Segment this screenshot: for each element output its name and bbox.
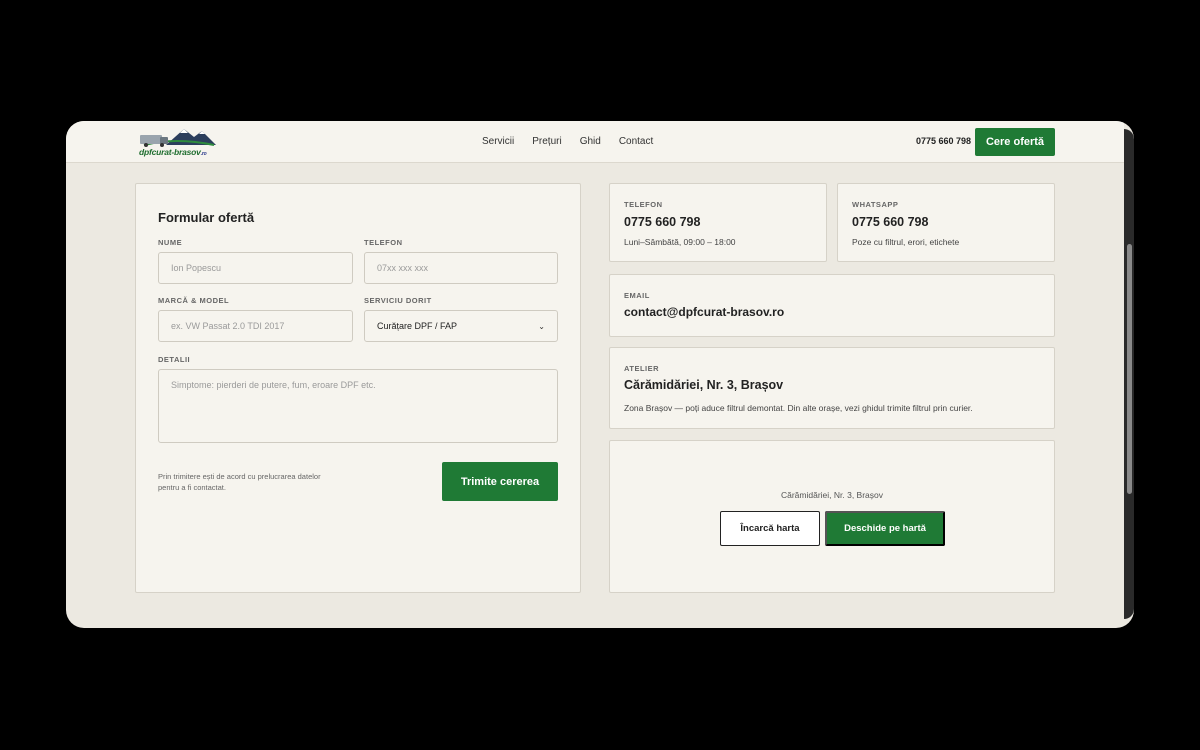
phone-label: TELEFON: [364, 238, 403, 247]
load-map-button[interactable]: Încarcă harta: [720, 511, 820, 546]
model-input[interactable]: ex. VW Passat 2.0 TDI 2017: [158, 310, 353, 342]
logo[interactable]: dpfcurat-brasov.ro: [136, 125, 218, 159]
browser-viewport: dpfcurat-brasov.ro Servicii Prețuri Ghid…: [66, 121, 1134, 628]
map-card: Cărămidăriei, Nr. 3, Brașov Încarcă hart…: [609, 440, 1055, 593]
phone-card-label: TELEFON: [624, 200, 663, 209]
nav-link-contact[interactable]: Contact: [619, 136, 653, 147]
phone-card: TELEFON 0775 660 798 Luni–Sâmbătă, 09:00…: [609, 183, 827, 262]
mountain-truck-logo-icon: [140, 129, 216, 147]
phone-card-hours: Luni–Sâmbătă, 09:00 – 18:00: [624, 237, 736, 247]
main-nav: Servicii Prețuri Ghid Contact: [482, 136, 671, 147]
form-title: Formular ofertă: [158, 210, 255, 225]
header-phone-link[interactable]: 0775 660 798: [916, 136, 971, 146]
phone-input[interactable]: 07xx xxx xxx: [364, 252, 558, 284]
service-select-value: Curățare DPF / FAP: [377, 321, 458, 331]
service-select[interactable]: Curățare DPF / FAP ⌄: [364, 310, 558, 342]
details-textarea[interactable]: Simptome: pierderi de putere, fum, eroar…: [158, 369, 558, 443]
offer-form: Formular ofertă NUME Ion Popescu TELEFON…: [135, 183, 581, 593]
workshop-address: Cărămidăriei, Nr. 3, Brașov: [624, 378, 784, 392]
whatsapp-card-value[interactable]: 0775 660 798: [852, 215, 928, 229]
map-address: Cărămidăriei, Nr. 3, Brașov: [780, 490, 884, 500]
email-card-value[interactable]: contact@dpfcurat-brasov.ro: [624, 305, 784, 319]
name-input[interactable]: Ion Popescu: [158, 252, 353, 284]
scrollbar-thumb[interactable]: [1127, 244, 1132, 494]
site-header: dpfcurat-brasov.ro Servicii Prețuri Ghid…: [66, 121, 1124, 163]
model-label: MARCĂ & MODEL: [158, 296, 230, 305]
nav-link-ghid[interactable]: Ghid: [580, 136, 601, 147]
open-map-button[interactable]: Deschide pe hartă: [825, 511, 945, 546]
nav-link-servicii[interactable]: Servicii: [482, 136, 514, 147]
logo-wordmark: dpfcurat-brasov.ro: [139, 147, 207, 157]
whatsapp-card: WHATSAPP 0775 660 798 Poze cu filtrul, e…: [837, 183, 1055, 262]
whatsapp-card-label: WHATSAPP: [852, 200, 899, 209]
submit-button[interactable]: Trimite cererea: [442, 462, 558, 501]
chevron-down-icon: ⌄: [538, 321, 545, 331]
details-label: DETALII: [158, 355, 191, 364]
workshop-card: ATELIER Cărămidăriei, Nr. 3, Brașov Zona…: [609, 347, 1055, 429]
workshop-note: Zona Brașov — poți aduce filtrul demonta…: [624, 403, 973, 413]
email-card: EMAIL contact@dpfcurat-brasov.ro: [609, 274, 1055, 337]
name-label: NUME: [158, 238, 183, 247]
workshop-card-label: ATELIER: [624, 364, 660, 373]
service-label: SERVICIU DORIT: [364, 296, 432, 305]
request-offer-button[interactable]: Cere ofertă: [975, 128, 1055, 156]
whatsapp-card-note: Poze cu filtrul, erori, etichete: [852, 237, 960, 247]
phone-card-value[interactable]: 0775 660 798: [624, 215, 700, 229]
nav-link-preturi[interactable]: Prețuri: [532, 136, 561, 147]
email-card-label: EMAIL: [624, 291, 650, 300]
consent-text: Prin trimitere ești de acord cu prelucra…: [158, 472, 321, 492]
